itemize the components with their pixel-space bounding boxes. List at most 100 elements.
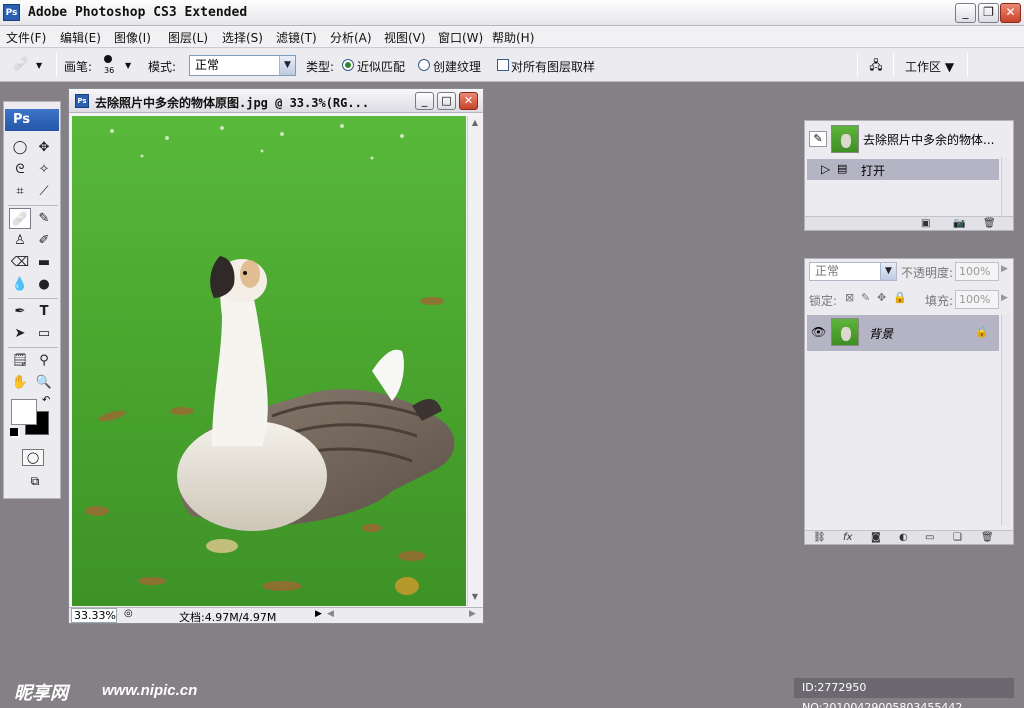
- menu-edit[interactable]: 编辑(E): [60, 29, 101, 46]
- doc-minimize-button[interactable]: _: [415, 92, 434, 110]
- fill-dropdown-icon[interactable]: ▶: [1001, 293, 1008, 303]
- lasso-tool-icon[interactable]: ᘓ: [9, 159, 31, 180]
- chevron-down-icon[interactable]: ▼: [279, 56, 295, 75]
- workspace-menu[interactable]: 工作区 ▼: [905, 58, 954, 75]
- menu-window[interactable]: 窗口(W): [438, 29, 483, 46]
- trash-icon[interactable]: 🗑: [983, 218, 996, 229]
- swap-colors-icon[interactable]: ↶: [42, 395, 50, 406]
- scroll-down-icon[interactable]: ▼: [470, 592, 480, 602]
- type-tool-icon[interactable]: T: [33, 301, 55, 322]
- layers-scrollbar[interactable]: [1001, 315, 1011, 525]
- quick-mask-icon[interactable]: ◯: [22, 449, 44, 466]
- adjustment-layer-icon[interactable]: ◐: [899, 532, 908, 543]
- healing-brush-tool-icon[interactable]: 🩹: [9, 208, 31, 229]
- history-brush-tool-icon[interactable]: ✐: [33, 230, 55, 251]
- sample-all-layers-checkbox[interactable]: [497, 59, 509, 71]
- gradient-tool-icon[interactable]: ▬: [33, 252, 55, 273]
- image-canvas[interactable]: [72, 116, 466, 606]
- hand-tool-icon[interactable]: ✋: [9, 372, 31, 393]
- menu-view[interactable]: 视图(V): [384, 29, 426, 46]
- doc-close-button[interactable]: ✕: [459, 92, 478, 110]
- notes-tool-icon[interactable]: 🗒: [9, 350, 31, 371]
- layer-style-fx-icon[interactable]: fx: [843, 532, 852, 543]
- photoshop-app-icon[interactable]: Ps: [3, 4, 20, 21]
- proximity-match-radio[interactable]: [342, 59, 354, 71]
- trash-icon[interactable]: 🗑: [981, 532, 994, 543]
- minimize-button[interactable]: _: [955, 3, 976, 23]
- status-menu-arrow-icon[interactable]: ▶: [315, 609, 322, 619]
- new-document-from-state-icon[interactable]: ▣: [921, 218, 930, 229]
- close-button[interactable]: ✕: [1000, 3, 1021, 23]
- bridge-icon[interactable]: 🖧: [864, 56, 888, 74]
- opacity-field[interactable]: 100%: [955, 262, 999, 281]
- lock-position-icon[interactable]: ✥: [877, 291, 886, 304]
- create-texture-label[interactable]: 创建纹理: [433, 58, 481, 75]
- document-window[interactable]: Ps 去除照片中多余的物体原图.jpg @ 33.3%(RG... _ □ ✕: [68, 88, 484, 624]
- brush-dropdown-icon[interactable]: ▼: [125, 61, 131, 70]
- healing-brush-preset-icon[interactable]: 🩹: [10, 54, 32, 75]
- scroll-left-icon[interactable]: ◀: [327, 609, 334, 619]
- layer-row-background[interactable]: 👁 背景 🔒: [807, 315, 999, 351]
- marquee-tool-icon[interactable]: ◯: [9, 137, 31, 158]
- document-icon: Ps: [75, 94, 89, 108]
- clone-stamp-tool-icon[interactable]: ♙: [9, 230, 31, 251]
- history-step-row[interactable]: ▷ ▤ 打开: [807, 159, 999, 180]
- mode-select[interactable]: 正常 ▼: [189, 55, 296, 76]
- brush-tool-icon[interactable]: ✎: [33, 208, 55, 229]
- lock-pixels-icon[interactable]: ✎: [861, 291, 870, 304]
- slice-tool-icon[interactable]: ⟋: [33, 181, 55, 202]
- menu-analysis[interactable]: 分析(A): [330, 29, 372, 46]
- default-colors-icon[interactable]: [10, 428, 18, 436]
- brush-tip-icon[interactable]: [104, 55, 112, 63]
- document-options-icon[interactable]: ◎: [124, 608, 133, 619]
- chevron-down-icon[interactable]: ▼: [880, 263, 896, 280]
- doc-maximize-button[interactable]: □: [437, 92, 456, 110]
- lock-transparency-icon[interactable]: ⊠: [845, 291, 854, 304]
- crop-tool-icon[interactable]: ⌗: [9, 181, 31, 202]
- divider: [56, 53, 57, 77]
- zoom-tool-icon[interactable]: 🔍: [33, 372, 55, 393]
- history-scrollbar[interactable]: [1001, 157, 1011, 217]
- rectangle-tool-icon[interactable]: ▭: [33, 323, 55, 344]
- scroll-up-icon[interactable]: ▲: [470, 118, 480, 128]
- menu-image[interactable]: 图像(I): [114, 29, 151, 46]
- menu-file[interactable]: 文件(F): [6, 29, 46, 46]
- proximity-match-label[interactable]: 近似匹配: [357, 58, 405, 75]
- layer-name[interactable]: 背景: [869, 325, 893, 342]
- pen-tool-icon[interactable]: ✒: [9, 301, 31, 322]
- move-tool-icon[interactable]: ✥: [33, 137, 55, 158]
- scroll-right-icon[interactable]: ▶: [469, 609, 476, 619]
- zoom-level-field[interactable]: 33.33%: [71, 608, 117, 623]
- screen-mode-icon[interactable]: ⧉: [22, 474, 48, 491]
- menu-filter[interactable]: 滤镜(T): [276, 29, 317, 46]
- opacity-dropdown-icon[interactable]: ▶: [1001, 264, 1008, 274]
- eyedropper-tool-icon[interactable]: ⚲: [33, 350, 55, 371]
- restore-button[interactable]: ❐: [978, 3, 999, 23]
- layer-visibility-eye-icon[interactable]: 👁: [811, 325, 826, 339]
- magic-wand-tool-icon[interactable]: ✧: [33, 159, 55, 180]
- document-title-bar[interactable]: Ps 去除照片中多余的物体原图.jpg @ 33.3%(RG... _ □ ✕: [69, 89, 483, 113]
- menu-select[interactable]: 选择(S): [222, 29, 263, 46]
- sample-all-layers-label[interactable]: 对所有图层取样: [511, 58, 595, 75]
- blur-tool-icon[interactable]: 💧: [9, 274, 31, 295]
- path-selection-tool-icon[interactable]: ➤: [9, 323, 31, 344]
- blend-mode-select[interactable]: 正常 ▼: [809, 262, 897, 281]
- vertical-scrollbar[interactable]: ▲ ▼: [467, 116, 482, 606]
- new-group-icon[interactable]: ▭: [925, 532, 934, 543]
- menu-layer[interactable]: 图层(L): [168, 29, 208, 46]
- preset-dropdown-icon[interactable]: ▼: [36, 61, 42, 70]
- eraser-tool-icon[interactable]: ⌫: [9, 252, 31, 273]
- menu-help[interactable]: 帮助(H): [492, 29, 534, 46]
- foreground-color-swatch[interactable]: [11, 399, 37, 425]
- add-mask-icon[interactable]: ◙: [871, 532, 881, 543]
- create-texture-radio[interactable]: [418, 59, 430, 71]
- link-layers-icon[interactable]: ⛓: [813, 532, 826, 543]
- history-brush-source-icon[interactable]: ✎: [809, 131, 827, 147]
- snapshot-thumbnail[interactable]: [831, 125, 859, 153]
- fill-field[interactable]: 100%: [955, 290, 999, 309]
- dodge-tool-icon[interactable]: ●: [33, 274, 55, 295]
- lock-all-icon[interactable]: 🔒: [893, 291, 907, 304]
- snapshot-name[interactable]: 去除照片中多余的物体...: [863, 131, 994, 148]
- create-snapshot-icon[interactable]: 📷: [953, 218, 965, 229]
- new-layer-icon[interactable]: ❏: [953, 532, 962, 543]
